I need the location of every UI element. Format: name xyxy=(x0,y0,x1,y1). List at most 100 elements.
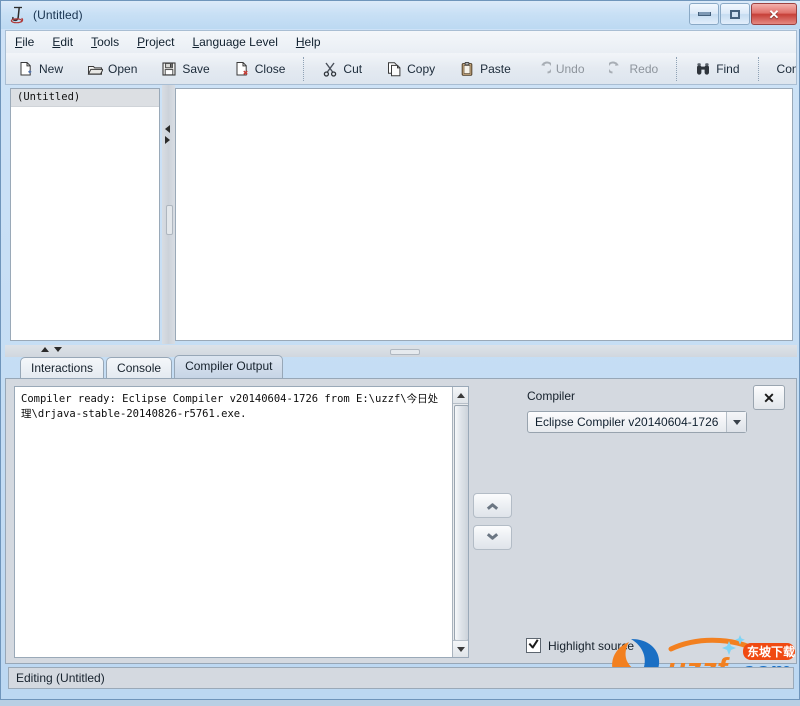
close-file-icon xyxy=(234,61,250,77)
code-editor-pane[interactable] xyxy=(175,88,793,341)
bottom-tab-strip: Interactions Console Compiler Output xyxy=(5,355,797,379)
toolbar-cut-button[interactable]: Cut xyxy=(310,58,374,80)
previous-error-button[interactable] xyxy=(473,493,512,518)
compiler-dropdown[interactable]: Eclipse Compiler v20140604-1726 xyxy=(527,411,747,433)
toolbar-find-button[interactable]: Find xyxy=(683,58,751,80)
toolbar-compile-label: Comp xyxy=(776,61,796,76)
window-title: (Untitled) xyxy=(33,8,83,22)
compiler-output-textarea[interactable]: Compiler ready: Eclipse Compiler v201406… xyxy=(14,386,469,658)
menu-help-mnemonic: H xyxy=(295,35,305,49)
tree-item-untitled[interactable]: (Untitled) xyxy=(11,89,159,107)
toolbar-undo-label: Undo xyxy=(555,61,585,76)
chevron-down-icon xyxy=(487,534,498,541)
drjava-main-window: (Untitled) ✕ File Edit Tools Project Lan… xyxy=(0,0,800,700)
tab-interactions[interactable]: Interactions xyxy=(20,357,105,379)
toolbar-open-button[interactable]: Open xyxy=(75,58,149,80)
panel-close-button[interactable]: ✕ xyxy=(753,385,785,410)
close-button[interactable]: ✕ xyxy=(751,3,797,25)
menu-language-level[interactable]: Language Level xyxy=(184,32,285,52)
toolbar-paste-button[interactable]: Paste xyxy=(447,58,523,80)
save-disk-icon xyxy=(161,61,177,77)
scrollbar-thumb[interactable] xyxy=(454,405,468,641)
output-vertical-scrollbar[interactable] xyxy=(452,387,468,657)
close-icon: ✕ xyxy=(768,6,780,22)
drjava-j-icon xyxy=(8,5,28,25)
highlight-source-row[interactable]: Highlight source xyxy=(526,638,634,653)
toolbar-redo-label: Redo xyxy=(629,61,659,76)
collapse-down-icon[interactable] xyxy=(54,347,62,352)
error-navigation-buttons xyxy=(473,493,512,550)
hsplit-grip[interactable] xyxy=(390,349,420,355)
tab-compiler-output[interactable]: Compiler Output xyxy=(174,355,284,378)
divider-grip[interactable] xyxy=(166,205,173,235)
toolbar-open-label: Open xyxy=(108,61,138,76)
highlight-source-label: Highlight source xyxy=(548,638,635,653)
menu-edit[interactable]: Edit xyxy=(44,32,81,52)
binoculars-icon xyxy=(695,61,711,77)
restore-button[interactable] xyxy=(720,3,750,25)
status-bar: Editing (Untitled) xyxy=(8,667,794,689)
panel-close-icon: ✕ xyxy=(763,389,775,406)
toolbar-separator-1 xyxy=(303,56,305,81)
window-controls: ✕ xyxy=(689,3,797,25)
toolbar-find-label: Find xyxy=(716,61,740,76)
toolbar-paste-label: Paste xyxy=(480,61,511,76)
tab-compiler-output-label: Compiler Output xyxy=(185,359,273,373)
scroll-down-icon xyxy=(457,646,465,652)
checkmark-icon xyxy=(529,638,538,648)
menu-file-label: ile xyxy=(22,35,35,49)
menu-edit-label: dit xyxy=(60,35,74,49)
collapse-left-icon[interactable] xyxy=(165,125,170,133)
chevron-down-icon[interactable] xyxy=(726,412,746,432)
toolbar-save-label: Save xyxy=(182,61,210,76)
menu-help[interactable]: Help xyxy=(288,32,329,52)
file-tree-pane[interactable]: (Untitled) xyxy=(10,88,160,341)
vertical-split-divider[interactable] xyxy=(162,85,175,344)
toolbar-new-button[interactable]: New xyxy=(6,58,75,80)
toolbar-cut-label: Cut xyxy=(343,61,363,76)
scissors-icon xyxy=(322,61,338,77)
copy-icon xyxy=(386,61,402,77)
toolbar-separator-2 xyxy=(676,56,678,81)
toolbar-compile-button[interactable]: Comp xyxy=(765,59,796,79)
menu-tools[interactable]: Tools xyxy=(83,32,127,52)
compiler-dropdown-value: Eclipse Compiler v20140604-1726 xyxy=(535,415,719,429)
highlight-source-checkbox[interactable] xyxy=(526,638,541,653)
tab-console-label: Console xyxy=(117,361,162,375)
new-file-icon xyxy=(18,61,34,77)
toolbar: New Open Save Close Cut Copy Paste Undo … xyxy=(5,53,797,85)
menu-file[interactable]: File xyxy=(7,32,42,52)
status-text: Editing (Untitled) xyxy=(16,671,105,685)
menu-tools-label: ools xyxy=(97,35,120,49)
restore-icon xyxy=(730,9,740,19)
toolbar-new-label: New xyxy=(39,61,64,76)
compiler-selector-section: Compiler ✕ Eclipse Compiler v20140604-17… xyxy=(527,385,789,433)
minimize-button[interactable] xyxy=(689,3,719,25)
collapse-up-icon[interactable] xyxy=(41,347,49,352)
scroll-up-icon xyxy=(457,392,465,398)
scroll-down-button[interactable] xyxy=(453,640,468,657)
toolbar-redo-button[interactable]: Redo xyxy=(597,58,671,80)
collapse-right-icon[interactable] xyxy=(165,136,170,144)
redo-arrow-icon xyxy=(606,61,625,77)
toolbar-copy-label: Copy xyxy=(407,61,436,76)
toolbar-copy-button[interactable]: Copy xyxy=(374,58,447,80)
menu-project[interactable]: Project xyxy=(129,32,182,52)
toolbar-close-label: Close xyxy=(254,61,286,76)
title-bar: (Untitled) ✕ xyxy=(1,1,800,29)
scroll-up-button[interactable] xyxy=(453,387,468,404)
toolbar-separator-3 xyxy=(757,56,759,81)
compiler-label: Compiler xyxy=(527,389,576,403)
toolbar-undo-button[interactable]: Undo xyxy=(523,58,597,80)
minimize-icon xyxy=(697,12,711,16)
tab-interactions-label: Interactions xyxy=(31,361,94,375)
open-folder-icon xyxy=(87,61,104,77)
main-split-pane: (Untitled) xyxy=(5,85,797,347)
next-error-button[interactable] xyxy=(473,525,512,550)
chevron-up-icon xyxy=(487,502,498,509)
menu-language-level-label: anguage Level xyxy=(199,35,278,49)
toolbar-save-button[interactable]: Save xyxy=(149,58,221,80)
toolbar-close-button[interactable]: Close xyxy=(222,58,298,80)
tab-console[interactable]: Console xyxy=(106,357,173,379)
hsplit-collapse-arrows xyxy=(41,347,62,352)
